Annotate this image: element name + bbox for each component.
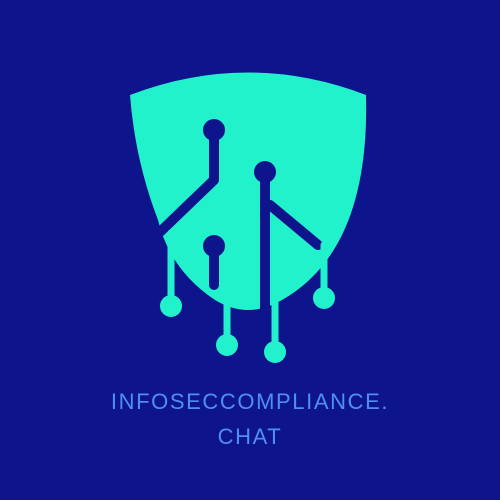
wordmark-line-2: CHAT — [217, 424, 283, 449]
node-top-left — [203, 119, 225, 141]
node-bottom-left — [160, 295, 182, 317]
node-inner — [203, 235, 225, 257]
logo-canvas: INFOSECCOMPLIANCE. CHAT — [0, 0, 500, 500]
node-top-mid — [254, 161, 276, 183]
wordmark-line-1: INFOSECCOMPLIANCE. — [110, 389, 390, 414]
node-bottom-mid — [216, 334, 238, 356]
node-far-right — [313, 287, 335, 309]
node-bottom-right — [264, 341, 286, 363]
